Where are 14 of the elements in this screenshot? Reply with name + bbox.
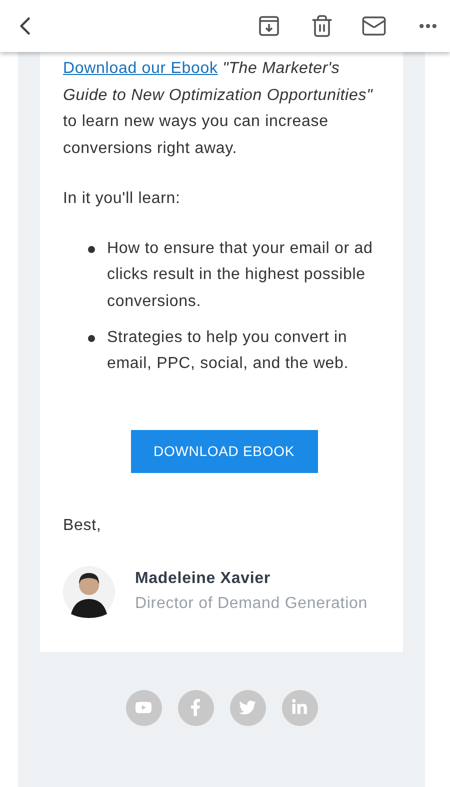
bullet-text: Strategies to help you convert in email, PPC, social, and the web. xyxy=(107,328,350,374)
lead-text: In it you'll learn: xyxy=(63,188,182,209)
download-button[interactable]: DOWNLOAD EBOOK xyxy=(130,430,318,474)
closing-text: Best, xyxy=(63,516,102,536)
bullet-icon xyxy=(88,246,95,253)
archive-icon[interactable] xyxy=(258,15,280,37)
bullet-text: How to ensure that your email or ad clicks result in the highest possible conversions. xyxy=(107,238,374,312)
signature-title: Director of Demand Generation xyxy=(135,594,368,614)
signature-name: Madeleine Xavier xyxy=(135,568,272,589)
bullet-icon xyxy=(88,334,95,342)
avatar-icon xyxy=(63,566,115,618)
download-link[interactable]: Download our Ebook xyxy=(63,60,218,77)
intro-paragraph: Download our Ebook "The Marketer's Guide to New Optimization Opportunities" to learn new ways you can increase conversions right away. xyxy=(63,59,374,160)
trash-icon[interactable] xyxy=(310,14,334,38)
